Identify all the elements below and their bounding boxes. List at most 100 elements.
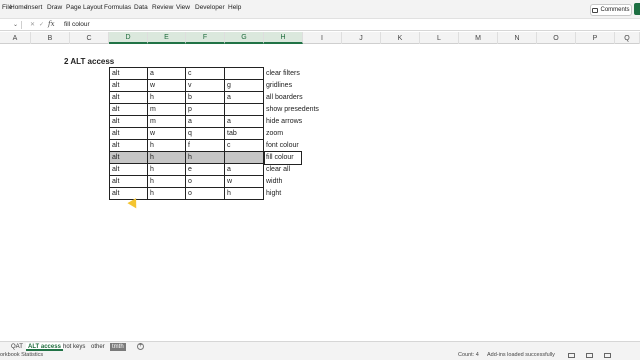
tab-tmth[interactable]: tmth <box>110 343 126 351</box>
column-header-a[interactable]: A <box>0 32 31 44</box>
key-3-cell[interactable]: e <box>186 164 225 176</box>
shortcut-description[interactable]: all boarders <box>265 92 303 104</box>
tab-qat[interactable]: QAT <box>9 343 25 351</box>
key-2-cell[interactable]: h <box>148 176 186 188</box>
key-3-cell[interactable]: h <box>186 152 225 164</box>
shortcut-description[interactable]: clear filters <box>265 68 300 80</box>
column-header-b[interactable]: B <box>31 32 70 44</box>
column-header-j[interactable]: J <box>342 32 381 44</box>
menu-insert[interactable]: Insert <box>26 4 42 11</box>
key-4-cell[interactable] <box>225 152 264 164</box>
column-header-g[interactable]: G <box>225 32 264 44</box>
excel-logo-icon <box>634 3 640 15</box>
alt-key-cell[interactable]: alt <box>110 92 148 104</box>
key-4-cell[interactable]: g <box>225 80 264 92</box>
insert-function-icon[interactable]: fx <box>48 20 55 28</box>
column-header-q[interactable]: Q <box>615 32 640 44</box>
alt-key-cell[interactable]: alt <box>110 128 148 140</box>
tab-alt-access[interactable]: ALT access <box>26 343 63 351</box>
shortcut-description[interactable]: hight <box>265 188 281 200</box>
column-header-n[interactable]: N <box>498 32 537 44</box>
tab-hot-keys[interactable]: hot keys <box>61 343 87 351</box>
menu-view[interactable]: View <box>176 4 190 11</box>
column-header-k[interactable]: K <box>381 32 420 44</box>
alt-key-cell[interactable]: alt <box>110 152 148 164</box>
column-header-p[interactable]: P <box>576 32 615 44</box>
alt-key-cell[interactable]: alt <box>110 164 148 176</box>
key-4-cell[interactable]: tab <box>225 128 264 140</box>
key-2-cell[interactable]: m <box>148 104 186 116</box>
menu-help[interactable]: Help <box>228 4 241 11</box>
alt-key-cell[interactable]: alt <box>110 116 148 128</box>
alt-key-cell[interactable]: alt <box>110 140 148 152</box>
menu-home[interactable]: Home <box>10 4 27 11</box>
key-2-cell[interactable]: h <box>148 140 186 152</box>
page-break-view-icon[interactable] <box>604 353 611 358</box>
key-2-cell[interactable]: w <box>148 128 186 140</box>
shortcut-description[interactable]: clear all <box>265 164 290 176</box>
shortcut-description[interactable]: show presedents <box>265 104 319 116</box>
key-3-cell[interactable]: f <box>186 140 225 152</box>
key-4-cell[interactable]: a <box>225 92 264 104</box>
comment-icon <box>592 7 599 13</box>
menu-data[interactable]: Data <box>134 4 148 11</box>
column-header-i[interactable]: I <box>303 32 342 44</box>
alt-key-cell[interactable]: alt <box>110 104 148 116</box>
key-4-cell[interactable] <box>225 104 264 116</box>
key-3-cell[interactable]: q <box>186 128 225 140</box>
cancel-icon[interactable]: ✕ <box>30 21 35 28</box>
menu-page-layout[interactable]: Page Layout <box>66 4 103 11</box>
key-3-cell[interactable]: a <box>186 116 225 128</box>
column-header-l[interactable]: L <box>420 32 459 44</box>
column-header-d[interactable]: D <box>109 32 148 44</box>
key-4-cell[interactable]: w <box>225 176 264 188</box>
shortcut-description[interactable]: zoom <box>265 128 283 140</box>
key-2-cell[interactable]: w <box>148 80 186 92</box>
key-4-cell[interactable]: c <box>225 140 264 152</box>
column-header-o[interactable]: O <box>537 32 576 44</box>
column-header-m[interactable]: M <box>459 32 498 44</box>
alt-key-cell[interactable]: alt <box>110 176 148 188</box>
key-2-cell[interactable]: m <box>148 116 186 128</box>
column-header-h[interactable]: H <box>264 32 303 44</box>
key-4-cell[interactable]: a <box>225 116 264 128</box>
tab-other[interactable]: other <box>89 343 107 351</box>
key-2-cell[interactable]: h <box>148 188 186 200</box>
menu-formulas[interactable]: Formulas <box>104 4 131 11</box>
page-layout-view-icon[interactable] <box>586 353 593 358</box>
menu-review[interactable]: Review <box>152 4 173 11</box>
key-3-cell[interactable]: o <box>186 188 225 200</box>
alt-key-cell[interactable]: alt <box>110 68 148 80</box>
alt-key-cell[interactable]: alt <box>110 188 148 200</box>
column-header-f[interactable]: F <box>186 32 225 44</box>
worksheet-grid[interactable]: 2 ALT access alt a c clear filters alt w v g gri… <box>0 44 640 340</box>
menu-developer[interactable]: Developer <box>195 4 225 11</box>
column-header-c[interactable]: C <box>70 32 109 44</box>
key-3-cell[interactable]: p <box>186 104 225 116</box>
menu-draw[interactable]: Draw <box>47 4 62 11</box>
key-2-cell[interactable]: h <box>148 92 186 104</box>
enter-icon[interactable]: ✓ <box>39 21 44 28</box>
normal-view-icon[interactable] <box>568 353 575 358</box>
key-4-cell[interactable]: h <box>225 188 264 200</box>
status-bar: orkbook Statistics Count: 4 Add-ins load… <box>0 351 640 360</box>
column-header-e[interactable]: E <box>148 32 186 44</box>
alt-key-cell[interactable]: alt <box>110 80 148 92</box>
workbook-statistics[interactable]: orkbook Statistics <box>0 352 43 358</box>
key-4-cell[interactable]: a <box>225 164 264 176</box>
formula-input[interactable]: fill colour <box>64 21 90 28</box>
key-2-cell[interactable]: h <box>148 164 186 176</box>
shortcut-description[interactable]: width <box>265 176 282 188</box>
comments-button[interactable]: Comments <box>590 4 632 16</box>
shortcut-description[interactable]: gridlines <box>265 80 292 92</box>
key-3-cell[interactable]: o <box>186 176 225 188</box>
key-3-cell[interactable]: b <box>186 92 225 104</box>
key-3-cell[interactable]: v <box>186 80 225 92</box>
add-sheet-icon[interactable]: + <box>137 343 144 350</box>
key-4-cell[interactable] <box>225 68 264 80</box>
key-2-cell[interactable]: a <box>148 68 186 80</box>
shortcut-description[interactable]: hide arrows <box>265 116 302 128</box>
name-box-dropdown-icon[interactable]: ⌄ <box>13 21 18 28</box>
key-3-cell[interactable]: c <box>186 68 225 80</box>
key-2-cell[interactable]: h <box>148 152 186 164</box>
